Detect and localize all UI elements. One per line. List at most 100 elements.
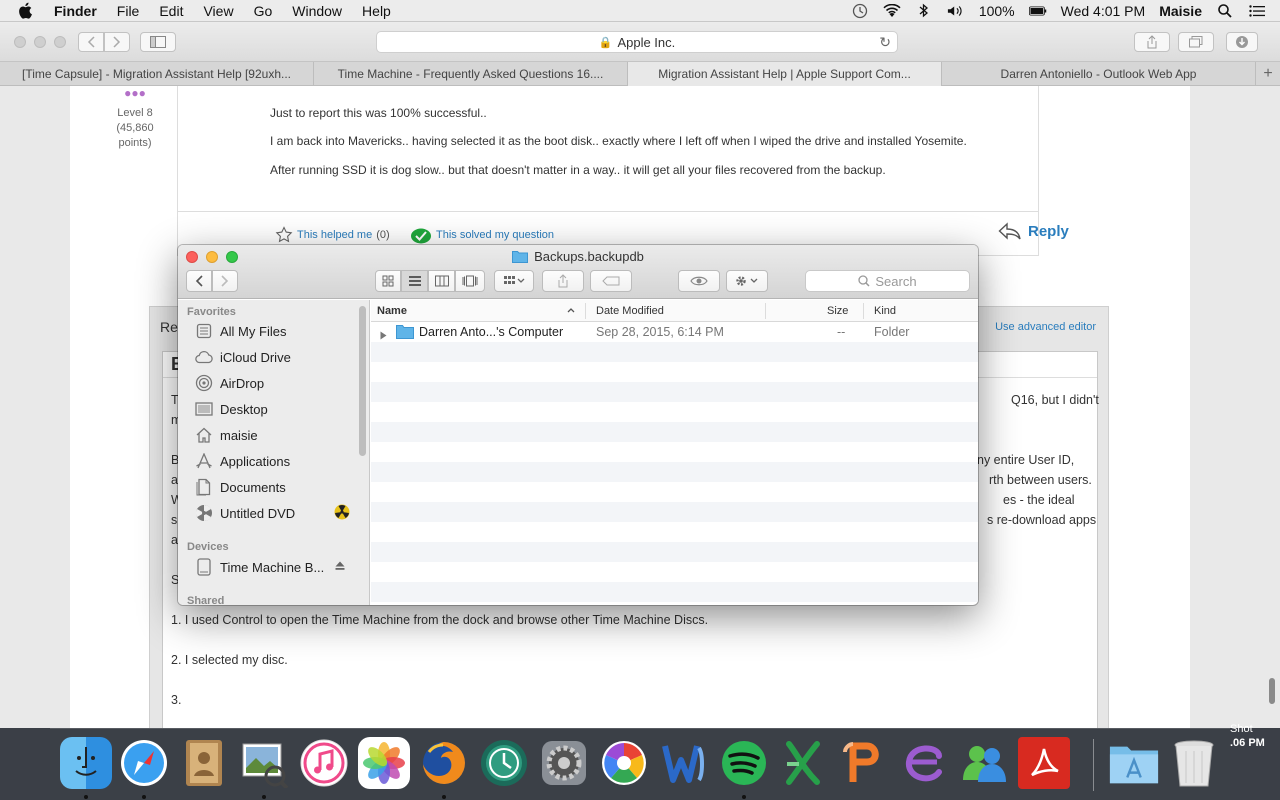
battery-icon[interactable]	[1028, 3, 1047, 19]
excel-dock-icon[interactable]	[778, 737, 830, 789]
picasa-dock-icon[interactable]	[598, 737, 650, 789]
menu-window[interactable]: Window	[292, 3, 342, 19]
safari-zoom-button[interactable]	[54, 36, 66, 48]
sidebar-scrollbar[interactable]	[359, 306, 366, 456]
drive-icon	[194, 558, 214, 576]
wifi-icon[interactable]	[883, 3, 901, 19]
tab-time-machine-faq[interactable]: Time Machine - Frequently Asked Question…	[314, 62, 628, 86]
powerpoint-dock-icon[interactable]	[838, 737, 890, 789]
finder-back-button[interactable]	[186, 270, 212, 292]
column-divider[interactable]	[863, 303, 864, 319]
desktop-icon	[194, 400, 214, 418]
preview-dock-icon[interactable]	[238, 737, 290, 789]
safari-close-button[interactable]	[14, 36, 26, 48]
entourage-dock-icon[interactable]	[898, 737, 950, 789]
empty-row	[371, 582, 978, 602]
show-all-tabs-button[interactable]	[1178, 32, 1214, 52]
cover-flow-button[interactable]	[455, 270, 485, 292]
tab-time-capsule[interactable]: [Time Capsule] - Migration Assistant Hel…	[0, 62, 314, 86]
safari-minimize-button[interactable]	[34, 36, 46, 48]
time-machine-status-icon[interactable]	[851, 3, 869, 19]
volume-icon[interactable]	[947, 3, 965, 19]
safari-dock-icon[interactable]	[118, 737, 170, 789]
time-machine-dock-icon[interactable]	[478, 737, 530, 789]
desktop-screenshot-label[interactable]: Shot .06 PM	[1230, 722, 1265, 750]
arrange-button[interactable]	[494, 270, 534, 292]
apple-menu-icon[interactable]	[18, 0, 38, 22]
page-scrollbar[interactable]	[1269, 678, 1275, 704]
file-date: Sep 28, 2015, 6:14 PM	[596, 325, 724, 339]
sidebar-item-documents[interactable]: Documents	[194, 476, 359, 498]
back-button[interactable]	[78, 32, 104, 52]
notification-center-icon[interactable]	[1248, 3, 1266, 19]
address-bar[interactable]: 🔒 Apple Inc. ↻	[376, 31, 898, 53]
finder-search-field[interactable]: Search	[805, 270, 970, 292]
itunes-dock-icon[interactable]	[298, 737, 350, 789]
reload-icon[interactable]: ↻	[879, 34, 891, 51]
column-date-modified[interactable]: Date Modified	[596, 305, 664, 317]
photos-dock-icon[interactable]	[358, 737, 410, 789]
chevron-right-icon	[221, 275, 229, 287]
solved-question-link[interactable]: This solved my question	[410, 226, 554, 244]
sidebar-item-applications[interactable]: Applications	[194, 450, 359, 472]
forward-button[interactable]	[104, 32, 130, 52]
table-row[interactable]: Darren Anto...'s Computer Sep 28, 2015, …	[371, 322, 978, 342]
reply-button[interactable]: Reply	[998, 222, 1069, 240]
new-tab-button[interactable]: +	[1256, 62, 1280, 85]
system-preferences-dock-icon[interactable]	[538, 737, 590, 789]
menu-view[interactable]: View	[203, 3, 233, 19]
column-divider[interactable]	[585, 303, 586, 319]
bluetooth-icon[interactable]	[915, 3, 933, 19]
applications-folder-dock-icon[interactable]	[1108, 737, 1160, 789]
column-divider[interactable]	[765, 303, 766, 319]
menu-go[interactable]: Go	[254, 3, 273, 19]
menu-help[interactable]: Help	[362, 3, 391, 19]
column-size[interactable]: Size	[827, 305, 848, 317]
sidebar-item-icloud-drive[interactable]: iCloud Drive	[194, 346, 359, 368]
dock	[50, 728, 1230, 800]
home-icon	[194, 426, 214, 444]
sidebar-item-all-my-files[interactable]: All My Files	[194, 320, 359, 342]
share-button[interactable]	[1134, 32, 1170, 52]
sidebar-item-desktop[interactable]: Desktop	[194, 398, 359, 420]
user-name[interactable]: Maisie	[1159, 3, 1202, 19]
star-icon	[275, 226, 293, 243]
burn-icon[interactable]	[334, 504, 350, 523]
tags-button[interactable]	[590, 270, 632, 292]
downloads-button[interactable]	[1226, 32, 1258, 52]
tab-outlook[interactable]: Darren Antoniello - Outlook Web App	[942, 62, 1256, 86]
menu-file[interactable]: File	[117, 3, 140, 19]
sidebar-item-maisie[interactable]: maisie	[194, 424, 359, 446]
column-name[interactable]: Name	[377, 305, 407, 317]
messenger-dock-icon[interactable]	[958, 737, 1010, 789]
quick-look-button[interactable]	[678, 270, 720, 292]
editor-line: a	[171, 473, 178, 487]
menu-bar: Finder File Edit View Go Window Help 100…	[0, 0, 1280, 22]
word-dock-icon[interactable]	[658, 737, 710, 789]
spotify-dock-icon[interactable]	[718, 737, 770, 789]
column-view-button[interactable]	[428, 270, 455, 292]
sidebar-item-airdrop[interactable]: AirDrop	[194, 372, 359, 394]
trash-dock-icon[interactable]	[1168, 737, 1220, 789]
sidebar-item-untitled-dvd[interactable]: Untitled DVD	[194, 502, 359, 524]
share-button[interactable]	[542, 270, 584, 292]
spotlight-search-icon[interactable]	[1216, 3, 1234, 19]
finder-forward-button[interactable]	[212, 270, 238, 292]
firefox-dock-icon[interactable]	[418, 737, 470, 789]
eject-icon[interactable]	[334, 560, 346, 575]
helped-me-link[interactable]: This helped me (0)	[275, 226, 390, 244]
app-menu[interactable]: Finder	[54, 3, 97, 19]
clock[interactable]: Wed 4:01 PM	[1061, 3, 1146, 19]
menu-edit[interactable]: Edit	[159, 3, 183, 19]
action-menu-button[interactable]	[726, 270, 768, 292]
contacts-dock-icon[interactable]	[178, 737, 230, 789]
sidebar-item-time-machine-drive[interactable]: Time Machine B...	[194, 556, 359, 578]
sidebar-toggle-button[interactable]	[140, 32, 176, 52]
finder-dock-icon[interactable]	[60, 737, 112, 789]
acrobat-dock-icon[interactable]	[1018, 737, 1070, 789]
icon-view-button[interactable]	[375, 270, 401, 292]
advanced-editor-link[interactable]: Use advanced editor	[995, 321, 1096, 333]
tab-migration-assistant[interactable]: Migration Assistant Help | Apple Support…	[628, 62, 942, 86]
column-kind[interactable]: Kind	[874, 305, 896, 317]
list-view-button[interactable]	[401, 270, 428, 292]
